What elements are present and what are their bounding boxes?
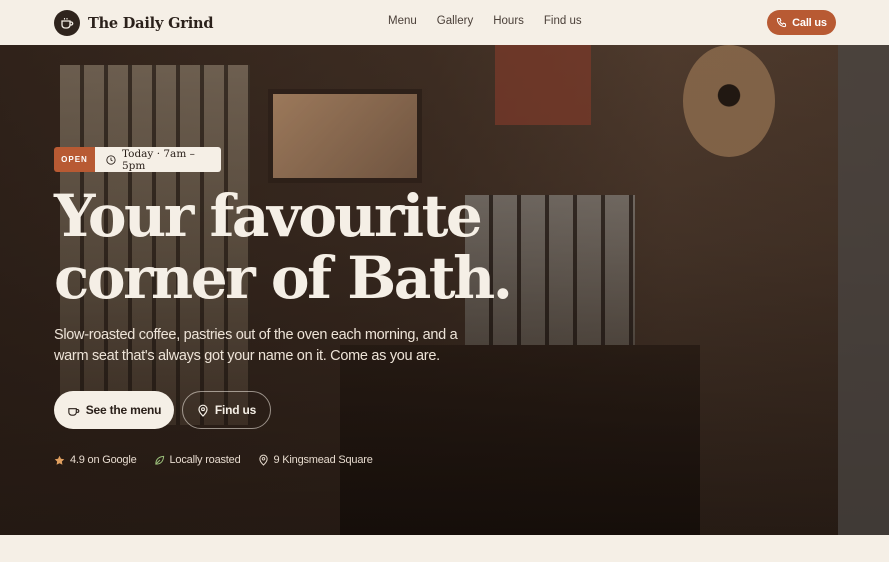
see-menu-button[interactable]: See the menu <box>54 391 174 429</box>
nav-link-gallery[interactable]: Gallery <box>437 15 473 27</box>
background-wall <box>838 45 889 535</box>
stat-rating-label: 4.9 on Google <box>70 454 137 466</box>
main-nav: Menu Gallery Hours Find us <box>388 15 602 27</box>
hero-subtitle: Slow-roasted coffee, pastries out of the… <box>54 327 458 364</box>
map-pin-icon <box>198 404 208 417</box>
coffee-cup-logo-icon <box>54 10 80 36</box>
clock-icon <box>106 154 116 165</box>
nav-link-hours[interactable]: Hours <box>493 15 524 27</box>
call-us-button[interactable]: Call us <box>767 10 836 35</box>
hero-section: OPEN Today · 7am – 5pm Your favourite co… <box>0 45 889 535</box>
stat-address: 9 Kingsmead Square <box>258 454 373 466</box>
phone-icon <box>777 17 787 28</box>
map-pin-icon <box>258 454 268 466</box>
hours-label: Today · 7am – 5pm <box>95 147 221 172</box>
see-menu-label: See the menu <box>85 403 162 417</box>
background-picture-frame <box>268 89 422 183</box>
brand-name: The Daily Grind <box>88 14 214 32</box>
background-table <box>340 345 700 535</box>
stat-rating: 4.9 on Google <box>54 454 137 466</box>
stat-address-label: 9 Kingsmead Square <box>273 454 373 466</box>
find-us-label: Find us <box>214 403 257 417</box>
stat-roasted-label: Locally roasted <box>169 454 241 466</box>
star-icon <box>54 455 65 465</box>
brand[interactable]: The Daily Grind <box>54 10 213 36</box>
call-us-label: Call us <box>792 16 827 29</box>
hero-stats: 4.9 on Google Locally roasted 9 Kingsmea… <box>54 454 390 466</box>
hours-text: Today · 7am – 5pm <box>121 147 195 172</box>
find-us-button[interactable]: Find us <box>182 391 271 429</box>
nav-link-menu[interactable]: Menu <box>388 15 417 27</box>
site-header: The Daily Grind Menu Gallery Hours Find … <box>0 0 889 45</box>
opening-hours-badge: OPEN Today · 7am – 5pm <box>54 147 221 172</box>
headline-line-1: Your favourite <box>54 182 483 250</box>
open-status-badge: OPEN <box>54 147 95 172</box>
next-section-edge <box>0 535 889 562</box>
background-sign <box>495 45 591 125</box>
leaf-icon <box>154 455 164 465</box>
stat-roasted: Locally roasted <box>154 454 241 466</box>
hero-headline: Your favourite corner of Bath. <box>54 185 534 309</box>
nav-link-find-us[interactable]: Find us <box>544 15 582 27</box>
background-wall-plate <box>683 45 775 157</box>
coffee-cup-icon <box>67 407 79 416</box>
headline-line-2: corner of Bath. <box>54 244 513 312</box>
